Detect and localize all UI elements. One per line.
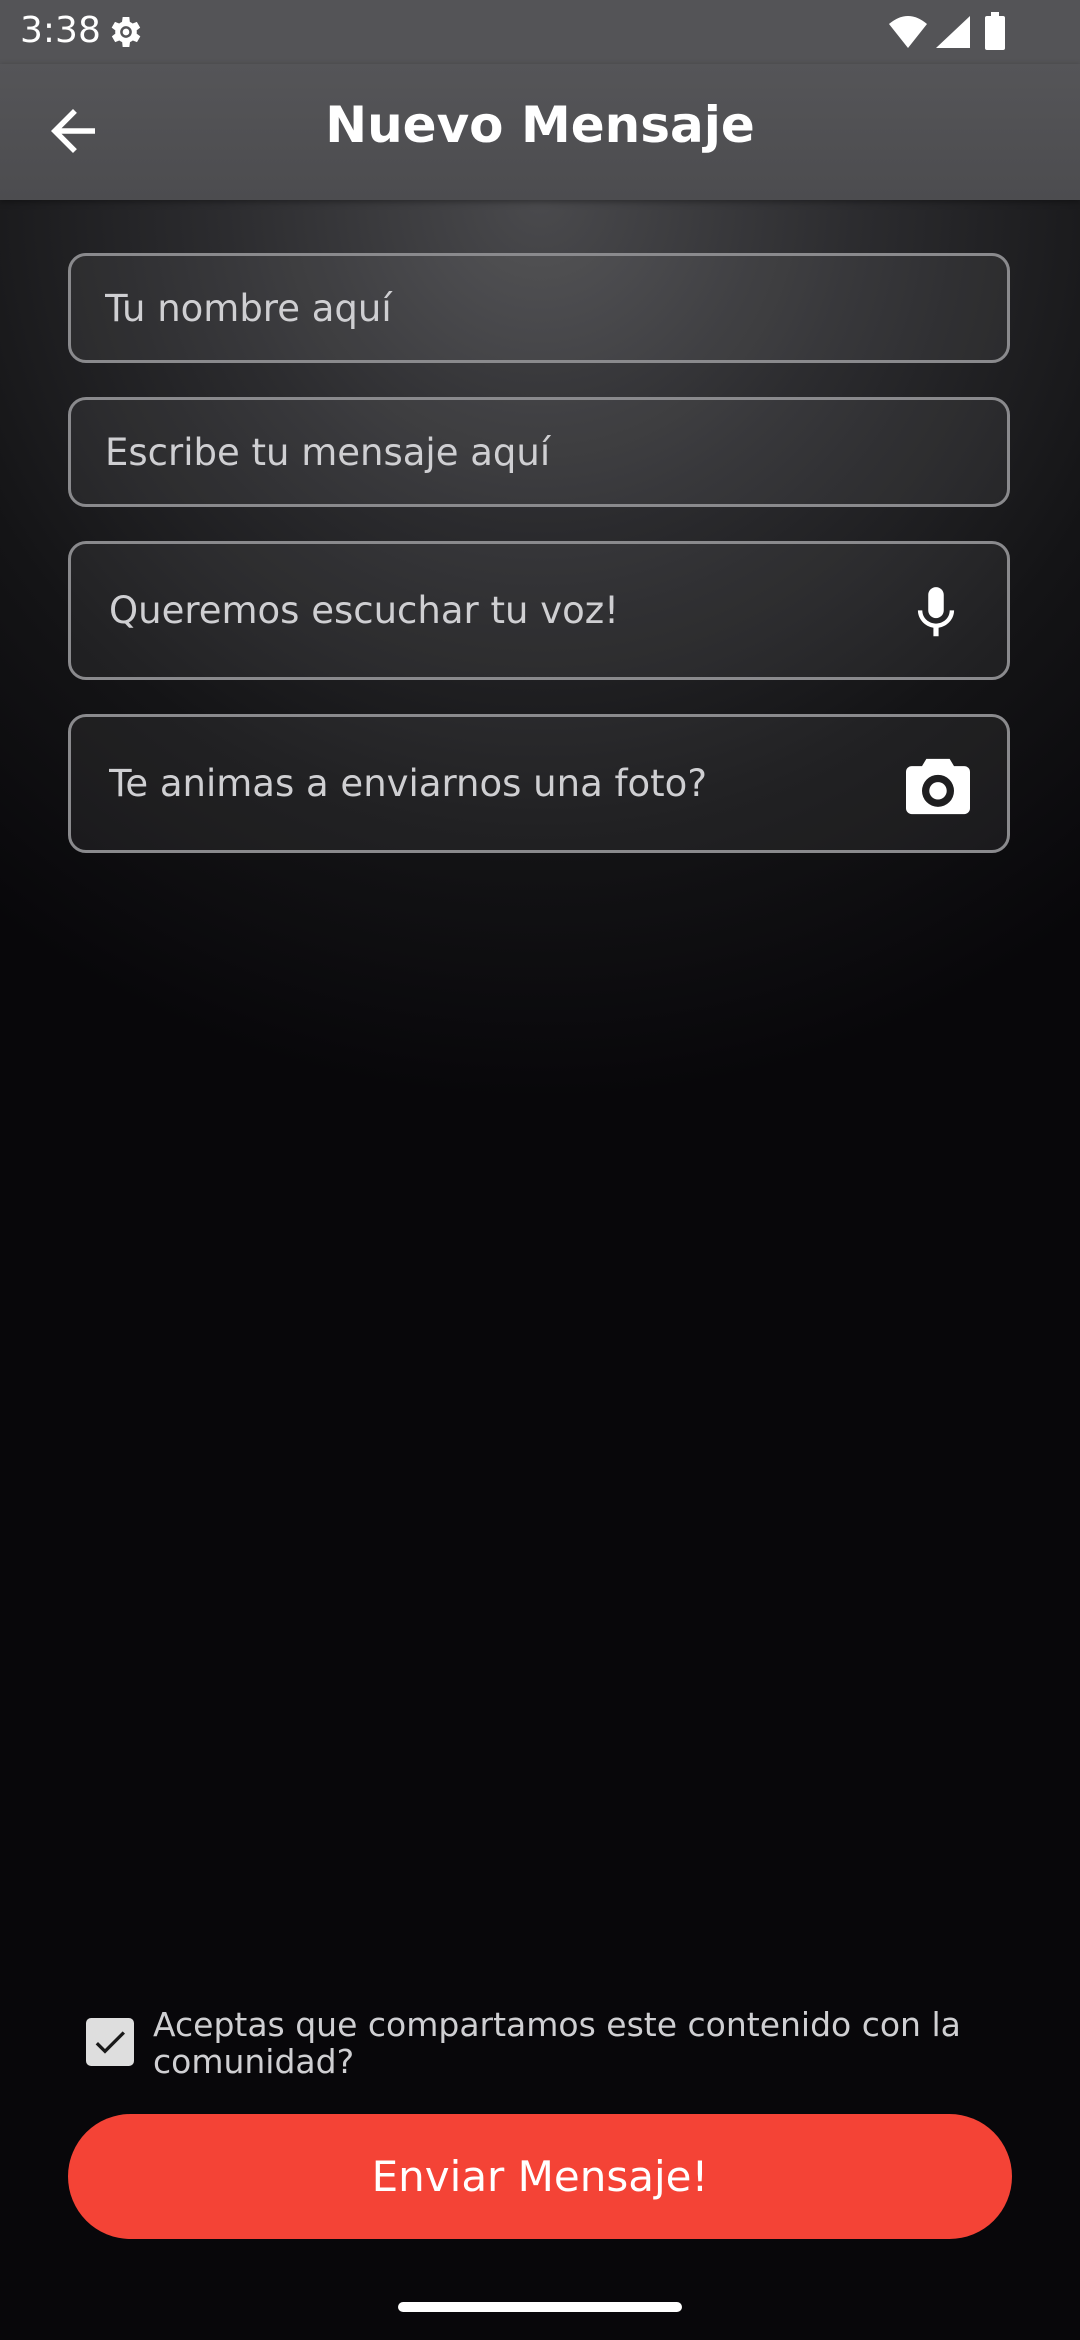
photo-input[interactable] <box>109 717 869 850</box>
app-bar: Nuevo Mensaje <box>0 64 1080 200</box>
page-title: Nuevo Mensaje <box>325 96 755 154</box>
gear-icon <box>111 17 141 47</box>
camera-icon[interactable] <box>903 753 973 817</box>
name-input[interactable] <box>105 256 905 360</box>
consent-checkbox[interactable] <box>86 2018 134 2066</box>
microphone-icon[interactable] <box>905 580 967 646</box>
voice-input[interactable] <box>109 544 869 677</box>
status-time: 3:38 <box>20 10 101 51</box>
message-field[interactable] <box>68 397 1010 507</box>
check-icon <box>95 2031 125 2054</box>
wifi-icon <box>889 16 927 48</box>
name-field[interactable] <box>68 253 1010 363</box>
message-input[interactable] <box>105 400 905 504</box>
battery-icon <box>985 12 1005 50</box>
consent-label: Aceptas que compartamos este contenido c… <box>153 2005 961 2081</box>
status-bar: 3:38 <box>0 0 1080 64</box>
consent-row: Aceptas que compartamos este contenido c… <box>86 2006 1016 2086</box>
photo-field[interactable] <box>68 714 1010 853</box>
signal-icon <box>936 16 970 48</box>
send-message-button[interactable]: Enviar Mensaje! <box>68 2114 1012 2239</box>
voice-field[interactable] <box>68 541 1010 680</box>
home-indicator <box>398 2302 682 2312</box>
